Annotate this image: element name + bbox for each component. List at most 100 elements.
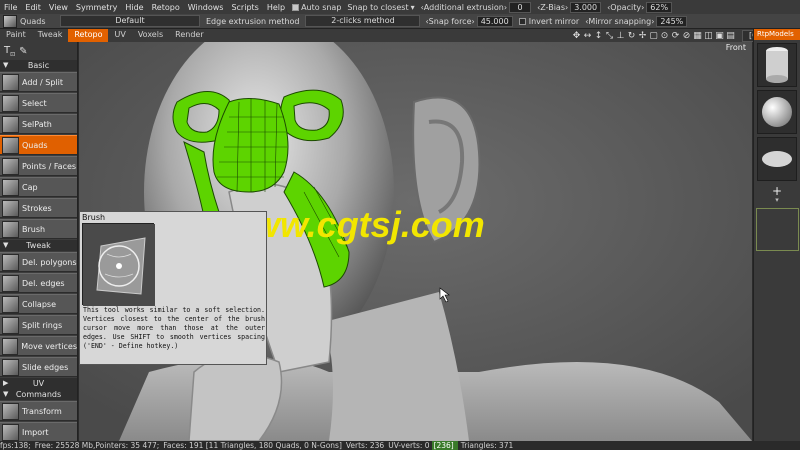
tab-voxels[interactable]: Voxels [132,29,169,42]
tool-collapse[interactable]: Collapse [0,294,77,314]
grid-icon[interactable]: ▦ [692,30,703,41]
tool-strokes[interactable]: Strokes [0,198,77,218]
invert-mirror-option[interactable]: Invert mirror [513,17,586,26]
move-y-icon[interactable]: ↕ [593,30,604,41]
tool-points-faces[interactable]: Points / Faces [0,156,77,176]
tooltip-title: Brush [82,213,106,222]
tool-select[interactable]: Select [0,93,77,113]
tab-paint[interactable]: Paint [0,29,32,42]
tool-preset-dropdown[interactable]: Default [60,15,200,27]
box-icon[interactable]: ◫ [703,30,714,41]
empty-model-slot[interactable] [755,208,799,251]
brush-icon[interactable]: ✎ [19,46,27,57]
slide-edges-icon [2,358,19,376]
additional-extrusion-value[interactable]: 0 [509,1,532,13]
move-x-icon[interactable]: ↔ [582,30,593,41]
mirror-snapping-value[interactable]: 245% [656,15,688,27]
uv-verts-highlight: [236] [431,441,458,450]
tool-del-edges[interactable]: Del. edges [0,273,77,293]
invert-mirror-label: Invert mirror [528,16,580,26]
tab-retopo[interactable]: Retopo [68,29,109,42]
tab-render[interactable]: Render [169,29,209,42]
tool-import[interactable]: Import [0,422,77,441]
additional-extrusion-field[interactable]: ‹Additional extrusion› 0 [418,1,534,13]
tools-panel: T⊡ ✎ ▼ Basic Add / Split Select SelPath Q… [0,42,78,441]
tool-del-polygons[interactable]: Del. polygons [0,252,77,272]
snap-force-label: ‹Snap force› [425,16,475,26]
tool-label: Collapse [22,299,56,309]
move-z-icon[interactable]: ⤡ [604,30,615,41]
view-label: Front [725,43,746,52]
tool-transform[interactable]: Transform [0,401,77,421]
chevron-down-icon[interactable]: ▾ [754,197,800,204]
fps-readout: fps:138; [0,441,31,450]
edge-extrusion-label: Edge extrusion method [206,16,300,26]
room-tabs-bar: Paint Tweak Retopo UV Voxels Render ✥ ↔ … [0,29,800,42]
move-arrows-icon[interactable]: ✥ [571,30,582,41]
verts-readout: Verts: 236 [345,441,385,450]
z-bias-field[interactable]: ‹Z-Bias› 3.000 [534,1,604,13]
brush-tooltip: Brush This tool works similar to a soft … [79,211,267,365]
tool-selpath[interactable]: SelPath [0,114,77,134]
menu-hide[interactable]: Hide [121,3,147,12]
collapse-tool-icon [2,295,19,313]
rotate-icon[interactable]: ↻ [626,30,637,41]
tool-label: Cap [22,182,38,192]
cylinder-model-thumb[interactable] [757,43,797,87]
snap-to-closest-dropdown[interactable]: Snap to closest ▾ [344,3,417,12]
menu-view[interactable]: View [45,3,72,12]
menu-windows[interactable]: Windows [184,3,228,12]
tool-cap[interactable]: Cap [0,177,77,197]
chevron-down-icon: ▾ [410,2,415,12]
section-commands[interactable]: ▼ Commands [0,389,77,400]
tool-label: Add / Split [22,77,64,87]
menu-edit[interactable]: Edit [21,3,45,12]
pan-icon[interactable]: ✢ [637,30,648,41]
frame-icon[interactable]: ▢ [648,30,659,41]
menu-help[interactable]: Help [263,3,289,12]
z-bias-value[interactable]: 3.000 [570,1,602,13]
snap-to-closest-label: Snap to closest [347,2,409,12]
cube-icon[interactable]: ▣ [714,30,725,41]
chart-icon[interactable]: ▤ [725,30,736,41]
tool-brush[interactable]: Brush [0,219,77,239]
menu-symmetry[interactable]: Symmetry [72,3,121,12]
tool-label: Quads [22,140,48,150]
axis-icon[interactable]: ⊥ [615,30,626,41]
section-tweak[interactable]: ▼ Tweak [0,240,77,251]
orbit-icon[interactable]: ⟳ [670,30,681,41]
tool-label: Split rings [22,320,63,330]
sphere-model-thumb[interactable] [757,90,797,134]
tab-uv[interactable]: UV [108,29,131,42]
memory-readout: Free: 25528 Mb,Pointers: 35 477; [34,441,160,450]
import-icon [2,423,19,441]
section-tweak-label: Tweak [26,241,51,250]
collapse-icon: ▼ [3,241,9,249]
tool-add-split[interactable]: Add / Split [0,72,77,92]
tool-move-vertices[interactable]: Move vertices [0,336,77,356]
opacity-field[interactable]: ‹Opacity› 62% [604,1,675,13]
additional-extrusion-label: ‹Additional extrusion› [420,2,508,12]
zoom-icon[interactable]: ⊙ [659,30,670,41]
section-basic[interactable]: ▼ Basic [0,60,77,71]
section-uv[interactable]: ▶ UV [0,378,77,389]
edge-extrusion-dropdown[interactable]: 2-clicks method [305,15,421,27]
menu-scripts[interactable]: Scripts [227,3,262,12]
tool-slide-edges[interactable]: Slide edges [0,357,77,377]
no-symbol-icon[interactable]: ⊘ [681,30,692,41]
auto-snap-checkbox[interactable] [292,3,300,11]
disc-model-thumb[interactable] [757,137,797,181]
collapse-icon: ▼ [3,390,9,398]
invert-mirror-checkbox[interactable] [518,17,526,25]
tab-tweak[interactable]: Tweak [32,29,69,42]
tool-split-rings[interactable]: Split rings [0,315,77,335]
panel-header: T⊡ ✎ [0,42,77,60]
text-tool-icon[interactable]: T⊡ [4,45,15,58]
menu-file[interactable]: File [0,3,21,12]
opacity-value[interactable]: 62% [646,1,673,13]
tool-quads[interactable]: Quads [0,135,77,155]
snap-force-value[interactable]: 45.000 [476,15,513,27]
menu-retopo[interactable]: Retopo [148,3,184,12]
auto-snap-option[interactable]: Auto snap [289,3,344,12]
del-edges-icon [2,274,19,292]
